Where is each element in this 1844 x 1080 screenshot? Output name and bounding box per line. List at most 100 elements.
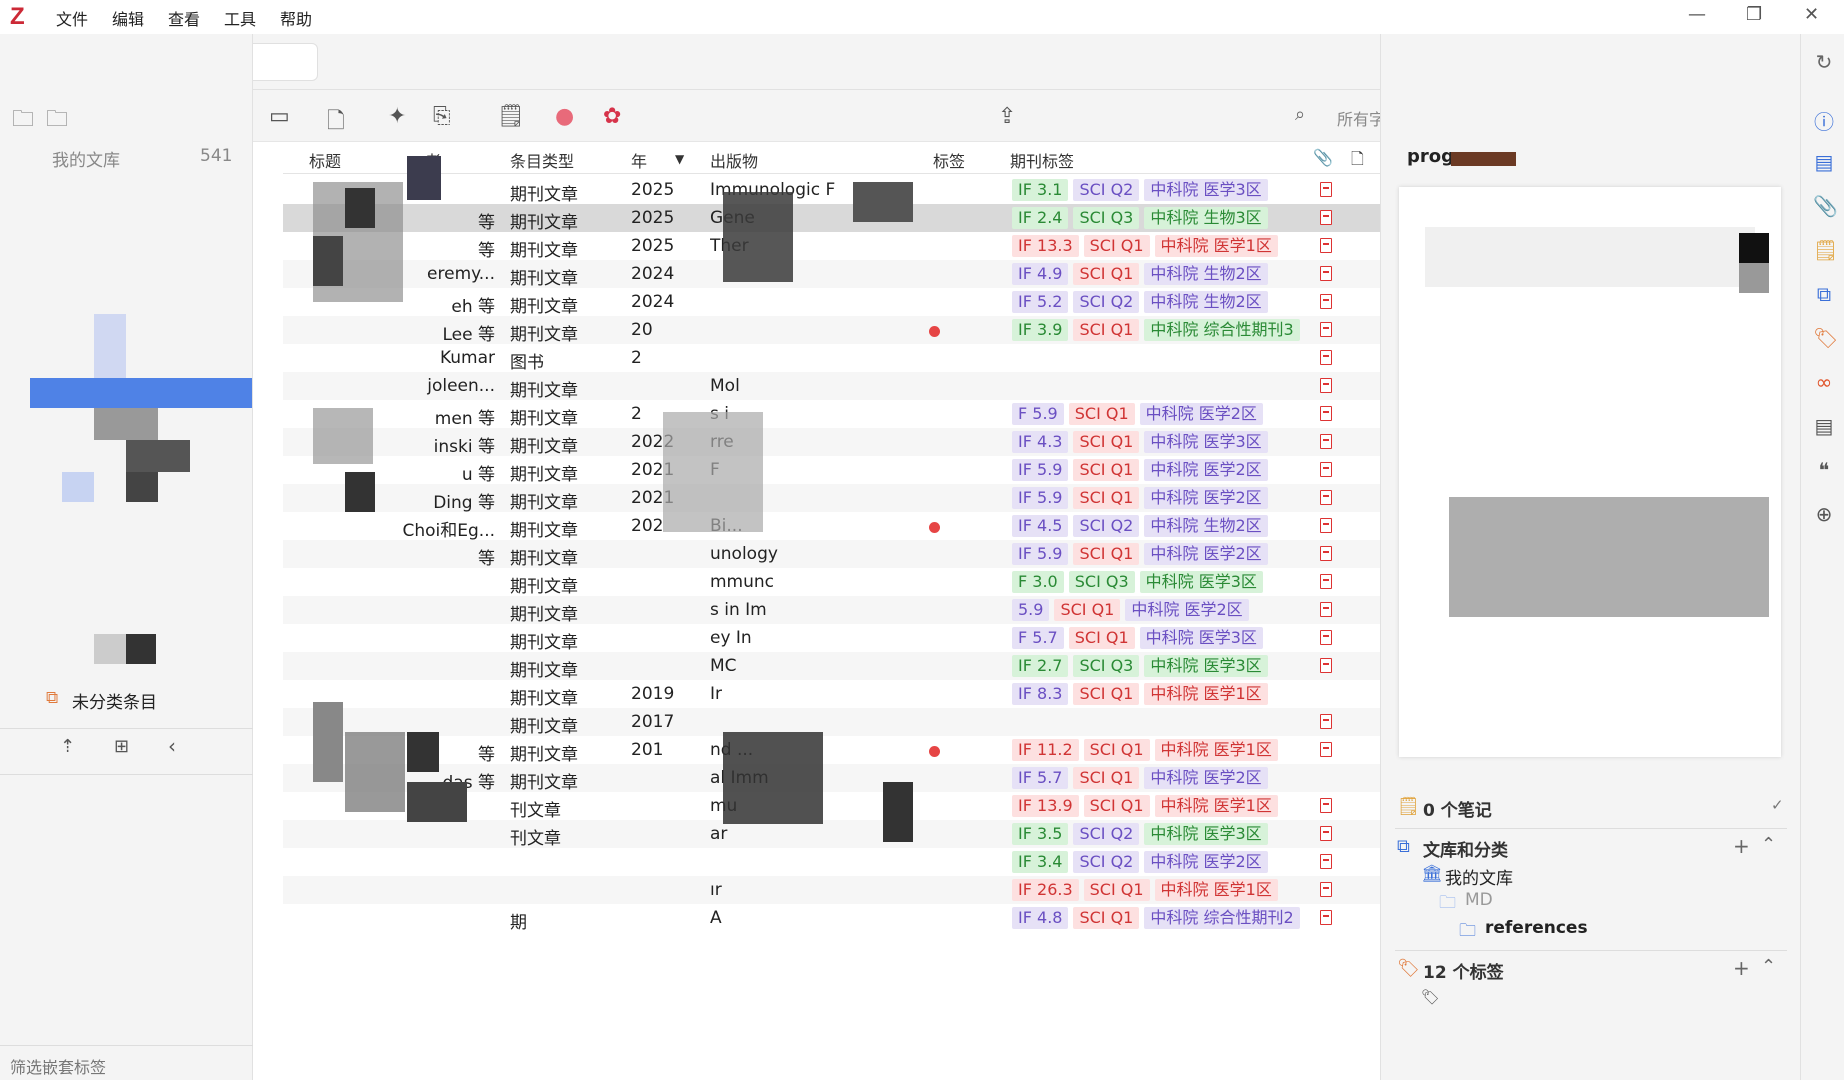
table-row[interactable]: 期刊文章 2025 Immunologic F IF 3.1 SCI Q2 中科院 医学3… bbox=[283, 176, 1380, 205]
pdf-icon[interactable] bbox=[1320, 658, 1332, 673]
libraries-section[interactable]: 文库和分类 bbox=[1423, 836, 1508, 861]
notes-expand-icon[interactable]: ✓ bbox=[1771, 796, 1784, 814]
col-title[interactable]: 标题 bbox=[309, 148, 341, 172]
new-note-icon[interactable]: 🗒 bbox=[497, 104, 525, 129]
pdf-icon[interactable] bbox=[1320, 630, 1332, 645]
attachment-col-icon[interactable]: 📎 bbox=[1313, 148, 1333, 167]
unfiled-items[interactable]: 未分类条目 bbox=[72, 688, 157, 713]
pdf-icon[interactable] bbox=[1320, 882, 1332, 897]
pdf-icon[interactable] bbox=[1320, 350, 1332, 365]
table-row[interactable]: eh 等期刊文章 2024 IF 5.2 SCI Q2 中科院 生物2区 bbox=[283, 288, 1380, 317]
restore-icon[interactable]: ❐ bbox=[1746, 4, 1762, 25]
info-icon[interactable]: ⓘ bbox=[1813, 106, 1835, 134]
table-row[interactable]: 期刊文章 2019 Ir IF 8.3 SCI Q1 中科院 医学1区 bbox=[283, 680, 1380, 709]
tags-icon[interactable]: 🏷 bbox=[1813, 326, 1838, 350]
table-row[interactable]: 期 A IF 4.8 SCI Q1 中科院 综合性期刊2 bbox=[283, 904, 1380, 933]
libraries-icon[interactable]: ⧉ bbox=[1813, 282, 1835, 306]
pdf-icon[interactable] bbox=[1320, 462, 1332, 477]
pdf-preview[interactable] bbox=[1399, 187, 1781, 757]
metadata-icon[interactable]: ▤ bbox=[1813, 414, 1835, 438]
collapse-all-icon[interactable]: ⇡ bbox=[60, 736, 75, 757]
pdf-icon[interactable] bbox=[1320, 798, 1332, 813]
quote-icon[interactable]: ❝ bbox=[1813, 458, 1835, 482]
close-icon[interactable]: ✕ bbox=[1804, 4, 1819, 25]
pdf-icon[interactable] bbox=[1320, 294, 1332, 309]
add-collection-icon[interactable]: + bbox=[1733, 834, 1750, 858]
table-row[interactable]: 期刊文章 2017 bbox=[283, 708, 1380, 737]
menu-help[interactable]: 帮助 bbox=[280, 6, 312, 30]
table-row[interactable]: 等期刊文章2025TherIF 13.3SCI Q1中科院 医学1区 bbox=[283, 232, 1380, 261]
magic-wand-icon[interactable]: ✦ bbox=[388, 104, 406, 129]
pdf-icon[interactable] bbox=[1320, 854, 1332, 869]
sync-upload-icon[interactable]: ⇪ bbox=[998, 104, 1016, 129]
table-row[interactable]: eremy... 期刊文章 2024 IF 4.9 SCI Q1 中科院 生物2区 bbox=[283, 260, 1380, 289]
add-tag-icon[interactable]: + bbox=[1733, 956, 1750, 980]
pdf-icon[interactable] bbox=[1320, 266, 1332, 281]
pdf-icon[interactable] bbox=[1320, 518, 1332, 533]
chatgpt-icon[interactable]: ✿ bbox=[603, 104, 621, 129]
table-row[interactable]: 期刊文章 MC IF 2.7 SCI Q3 中科院 医学3区 bbox=[283, 652, 1380, 681]
pdf-icon[interactable] bbox=[1320, 910, 1332, 925]
table-row[interactable]: Kumar 图书 2 bbox=[283, 344, 1380, 373]
menu-edit[interactable]: 编辑 bbox=[112, 6, 144, 30]
table-row[interactable]: Lee 等期刊文章 20 IF 3.9 SCI Q1 中科院 综合性期刊3 bbox=[283, 316, 1380, 345]
table-row[interactable]: 期刊文章 mmunc F 3.0 SCI Q3 中科院 医学3区 bbox=[283, 568, 1380, 597]
col-type[interactable]: 条目类型 bbox=[510, 148, 574, 172]
table-row[interactable]: ır IF 26.3 SCI Q1 中科院 医学1区 bbox=[283, 876, 1380, 904]
notes-count[interactable]: 0 个笔记 bbox=[1423, 796, 1492, 821]
tree-icon[interactable]: ⊞ bbox=[114, 736, 129, 757]
plugin-bubble-icon[interactable]: ● bbox=[555, 104, 574, 129]
new-collection-icon[interactable]: 🗀 bbox=[12, 102, 34, 140]
notes-icon[interactable]: 🗒 bbox=[1813, 238, 1838, 262]
pdf-icon[interactable] bbox=[1320, 742, 1332, 757]
pdf-icon[interactable] bbox=[1320, 714, 1332, 729]
col-publication[interactable]: 出版物 bbox=[710, 148, 758, 172]
minimize-icon[interactable]: — bbox=[1688, 4, 1706, 25]
pdf-icon[interactable] bbox=[1320, 826, 1332, 841]
table-row[interactable]: inski 等期刊文章2022rreIF 4.3SCI Q1中科院 医学3区 bbox=[283, 428, 1380, 457]
table-row[interactable]: 期刊文章 ey In F 5.7 SCI Q1 中科院 医学3区 bbox=[283, 624, 1380, 653]
chevron-left-icon[interactable]: ‹ bbox=[168, 734, 176, 758]
add-attachment-icon[interactable]: ⎘ bbox=[433, 104, 451, 129]
collapse-section-icon[interactable]: ⌃ bbox=[1761, 834, 1776, 855]
selected-collection[interactable] bbox=[30, 378, 252, 408]
collapse-tags-icon[interactable]: ⌃ bbox=[1761, 956, 1776, 977]
pdf-icon[interactable] bbox=[1320, 574, 1332, 589]
table-row[interactable]: 期刊文章 s in Im 5.9 SCI Q1 中科院 医学2区 bbox=[283, 596, 1380, 625]
menu-view[interactable]: 查看 bbox=[168, 6, 200, 30]
menu-tools[interactable]: 工具 bbox=[224, 6, 256, 30]
library-label[interactable]: 我的文库 bbox=[52, 146, 120, 171]
pdf-icon[interactable] bbox=[1320, 546, 1332, 561]
my-library[interactable]: 我的文库 bbox=[1445, 864, 1513, 889]
toggle-pane-icon[interactable]: ▭ bbox=[269, 104, 290, 129]
pdf-icon[interactable] bbox=[1320, 322, 1332, 337]
pdf-icon[interactable] bbox=[1320, 490, 1332, 505]
pdf-icon[interactable] bbox=[1320, 238, 1332, 253]
table-row[interactable]: Choi和Eg...期刊文章202Bi...IF 4.5SCI Q2中科院 生物… bbox=[283, 512, 1380, 541]
pdf-icon[interactable] bbox=[1320, 182, 1332, 197]
table-row[interactable]: 等期刊文章 unology IF 5.9 SCI Q1 中科院 医学2区 bbox=[283, 540, 1380, 569]
col-journal-tags[interactable]: 期刊标签 bbox=[1010, 148, 1074, 172]
pdf-icon[interactable] bbox=[1320, 434, 1332, 449]
refresh-icon[interactable]: ↻ bbox=[1813, 50, 1835, 74]
tags-count[interactable]: 12 个标签 bbox=[1423, 958, 1504, 983]
menu-file[interactable]: 文件 bbox=[56, 6, 88, 30]
table-row[interactable]: u 等期刊文章2021FIF 5.9SCI Q1中科院 医学2区 bbox=[283, 456, 1380, 485]
col-year[interactable]: 年 bbox=[631, 148, 647, 172]
table-row[interactable]: joleen... 期刊文章 Mol bbox=[283, 372, 1380, 401]
table-row[interactable]: 刊文章 ar IF 3.5 SCI Q2 中科院 医学3区 bbox=[283, 820, 1380, 849]
tag-item-icon[interactable]: 🏷 bbox=[1421, 988, 1440, 1006]
locate-icon[interactable]: ⊕ bbox=[1813, 502, 1835, 526]
col-tags[interactable]: 标签 bbox=[933, 148, 965, 172]
pdf-icon[interactable] bbox=[1320, 602, 1332, 617]
notes-col-icon[interactable]: 🗋 bbox=[1351, 148, 1364, 175]
abstract-icon[interactable]: ▤ bbox=[1813, 150, 1835, 174]
table-row[interactable]: Ding 等期刊文章 2021 IF 5.9 SCI Q1 中科院 医学2区 bbox=[283, 484, 1380, 513]
pdf-icon[interactable] bbox=[1320, 210, 1332, 225]
table-row[interactable]: 等期刊文章2025GeneIF 2.4SCI Q3中科院 生物3区 bbox=[283, 204, 1380, 233]
new-saved-search-icon[interactable]: 🗀 bbox=[46, 102, 68, 140]
attachment-icon[interactable]: 📎 bbox=[1813, 194, 1838, 218]
new-item-icon[interactable]: 🗋 bbox=[327, 104, 345, 142]
tag-filter-input[interactable]: 筛选嵌套标签 bbox=[10, 1054, 106, 1078]
table-row[interactable]: men 等期刊文章2s iF 5.9SCI Q1中科院 医学2区 bbox=[283, 400, 1380, 429]
